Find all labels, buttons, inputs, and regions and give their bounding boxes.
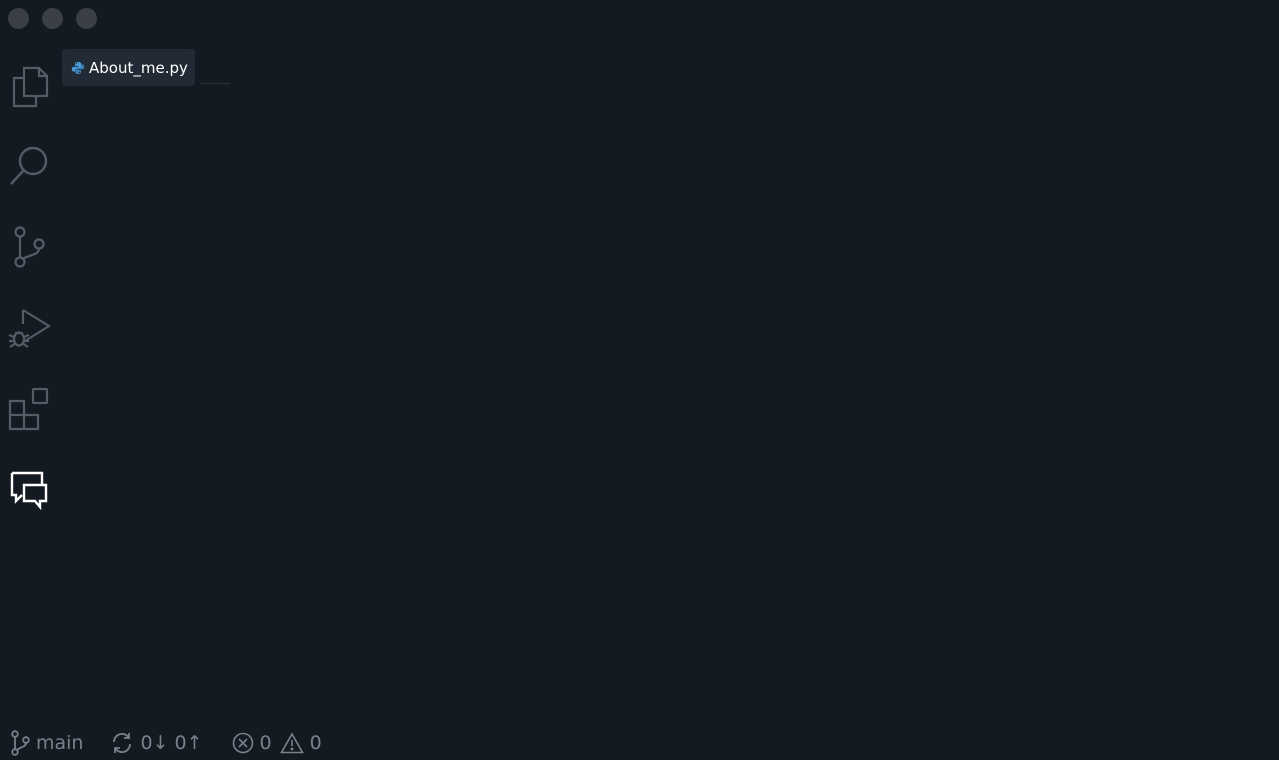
search-icon — [10, 146, 48, 185]
git-branch-icon — [11, 730, 30, 756]
sync-down-count: 0↓ — [140, 732, 169, 754]
editor-tab[interactable]: About_me.py — [62, 49, 195, 86]
extensions-icon — [8, 387, 49, 431]
activity-source-control-button[interactable] — [6, 224, 52, 270]
minimize-window-button[interactable] — [42, 8, 63, 29]
sync-icon — [113, 732, 132, 754]
activity-extensions-button[interactable] — [6, 386, 52, 432]
activity-chat-button[interactable] — [6, 466, 52, 512]
error-icon — [232, 732, 253, 754]
warning-icon — [279, 732, 304, 754]
maximize-window-button[interactable] — [76, 8, 97, 29]
activity-run-debug-button[interactable] — [6, 305, 52, 351]
activity-explorer-button[interactable] — [6, 63, 52, 109]
window-controls — [8, 8, 97, 29]
editor-window: About_me.py main 0↓ 0↑ 0 0 — [0, 0, 1279, 760]
chat-icon — [10, 471, 48, 510]
status-problems[interactable]: 0 0 — [232, 732, 322, 754]
run-debug-icon — [8, 309, 51, 348]
close-window-button[interactable] — [8, 8, 29, 29]
status-branch[interactable]: main — [10, 730, 83, 756]
activity-search-button[interactable] — [6, 143, 52, 189]
tab-underline — [200, 83, 230, 84]
status-bar: main 0↓ 0↑ 0 0 — [0, 726, 1279, 760]
python-icon — [71, 61, 85, 74]
status-sync[interactable]: 0↓ 0↑ — [110, 732, 203, 754]
editor-tab-label: About_me.py — [89, 58, 188, 77]
branch-name: main — [36, 732, 84, 754]
sync-up-count: 0↑ — [174, 732, 203, 754]
source-control-icon — [14, 226, 45, 268]
error-count: 0 — [259, 732, 272, 754]
warning-count: 0 — [309, 732, 322, 754]
files-icon — [12, 66, 49, 108]
